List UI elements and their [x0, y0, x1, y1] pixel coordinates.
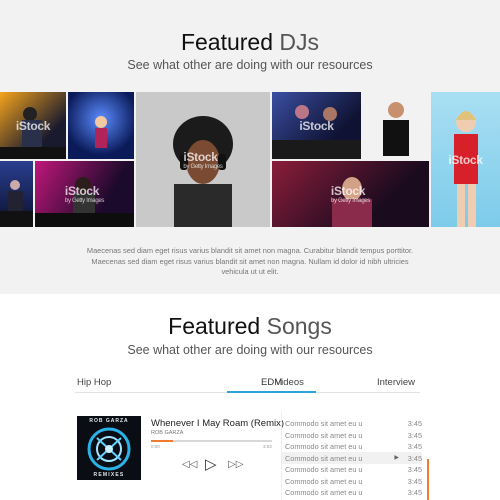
cover-title-text: REMIXES — [93, 472, 125, 478]
watermark-sub-text: by Getty Images — [183, 163, 223, 170]
playlist-play-icon[interactable]: ▶ — [394, 454, 399, 461]
dj-photo-7[interactable] — [363, 92, 429, 159]
play-icon[interactable]: ▷ — [205, 455, 217, 473]
dj-photo-5[interactable]: iStock by Getty Images — [136, 92, 270, 227]
featured-djs-description: Maecenas sed diam eget risus varius blan… — [86, 246, 414, 276]
featured-djs-title-accent: DJs — [279, 29, 320, 55]
featured-songs-subtitle: See what other are doing with our resour… — [127, 343, 373, 357]
dj-photo-3[interactable] — [0, 161, 33, 227]
playlist-item-time: 3:45 — [407, 430, 422, 440]
album-cover: ROB GARZA REMIXES — [77, 416, 141, 480]
playlist-item-time: 3:45 — [407, 419, 422, 428]
watermark-text: iStock — [64, 184, 100, 198]
dj-photo-9[interactable]: iStock — [431, 92, 500, 227]
playlist-item-name: Commodo sit amet eu u — [285, 419, 363, 428]
playlist-item[interactable]: Commodo sit amet eu u 3:45 — [282, 417, 422, 429]
playlist-item-name: Commodo sit amet eu u — [285, 476, 363, 486]
dj-photo-4[interactable]: iStock by Getty Images — [35, 161, 134, 227]
progress-fill — [151, 440, 173, 442]
playlist-item[interactable]: Commodo sit amet eu u 3:45 — [282, 440, 422, 452]
playlist-item-time: 3:45 — [407, 453, 422, 463]
tab-videos[interactable]: Videos — [275, 377, 304, 388]
playlist-item-time: 3:45 — [407, 488, 422, 497]
active-tab-indicator — [227, 391, 316, 393]
watermark-text: iStock — [15, 118, 51, 133]
watermark-text: iStock — [330, 184, 366, 198]
playlist-item-time: 3:45 — [407, 465, 422, 474]
playlist-item-name: Commodo sit amet eu u — [285, 453, 363, 463]
dj-photo-2[interactable] — [68, 92, 134, 159]
time-total: 3:03 — [263, 444, 272, 449]
dj-photo-8[interactable]: iStock by Getty Images — [272, 161, 429, 227]
progress-bar[interactable] — [151, 440, 272, 442]
featured-djs-title: Featured DJs — [0, 29, 500, 56]
playlist-item-time: 3:45 — [407, 442, 422, 451]
featured-songs-title: Featured Songs — [0, 313, 500, 340]
next-icon[interactable]: ▷▷ — [228, 459, 243, 470]
featured-djs-title-main: Featured — [180, 29, 274, 55]
playlist-item-name: Commodo sit amet eu u — [285, 442, 363, 451]
album-art-icon — [87, 427, 131, 471]
playlist-item[interactable]: Commodo sit amet eu u 3:45 — [282, 429, 422, 441]
dj-photo-gallery: iStock iStock by Getty Images iStock by Ge… — [0, 92, 500, 227]
playlist-scrollbar[interactable] — [427, 459, 429, 500]
playlist-item[interactable]: Commodo sit amet eu u ▶ 3:45 — [282, 451, 422, 464]
time-current: 0:00 — [151, 444, 160, 449]
watermark-sub-text: by Getty Images — [64, 198, 105, 204]
playlist-item-name: Commodo sit amet eu u — [285, 465, 363, 474]
featured-songs-title-accent: Songs — [266, 313, 332, 339]
dj-photo-1[interactable]: iStock — [0, 92, 66, 159]
music-player: ROB GARZA REMIXES Whenever I May Roam (R… — [75, 412, 284, 500]
playlist-item[interactable]: Commodo sit amet eu u 3:45 — [282, 463, 422, 475]
featured-songs-title-main: Featured — [168, 313, 261, 339]
playlist-item[interactable]: Commodo sit amet eu u 3:45 — [282, 486, 422, 498]
playlist-item-name: Commodo sit amet eu u — [285, 488, 363, 497]
dj-photo-6[interactable]: iStock — [272, 92, 361, 159]
playlist-item-time: 3:45 — [407, 476, 422, 486]
watermark-text: iStock — [299, 118, 334, 133]
tab-hip-hop[interactable]: Hip Hop — [77, 377, 111, 388]
featured-djs-section: Featured DJs See what other are doing wi… — [0, 0, 500, 294]
watermark-text: iStock — [183, 149, 218, 164]
prev-icon[interactable]: ◁◁ — [182, 459, 197, 470]
genre-tabs: Hip Hop EDM Videos Interview — [75, 375, 420, 393]
playlist-item-name: Commodo sit amet eu u — [285, 430, 363, 440]
song-artist: ROB GARZA — [151, 430, 184, 436]
playlist: Commodo sit amet eu u 3:45 Commodo sit ame… — [281, 412, 429, 500]
watermark-sub-text: by Getty Images — [330, 198, 371, 204]
featured-djs-subtitle: See what other are doing with our resour… — [127, 58, 373, 72]
playlist-item[interactable]: Commodo sit amet eu u 3:45 — [282, 475, 422, 487]
song-title: Whenever I May Roam (Remix) — [151, 418, 285, 429]
tab-interview[interactable]: Interview — [377, 377, 415, 388]
watermark-text: iStock — [448, 152, 483, 167]
